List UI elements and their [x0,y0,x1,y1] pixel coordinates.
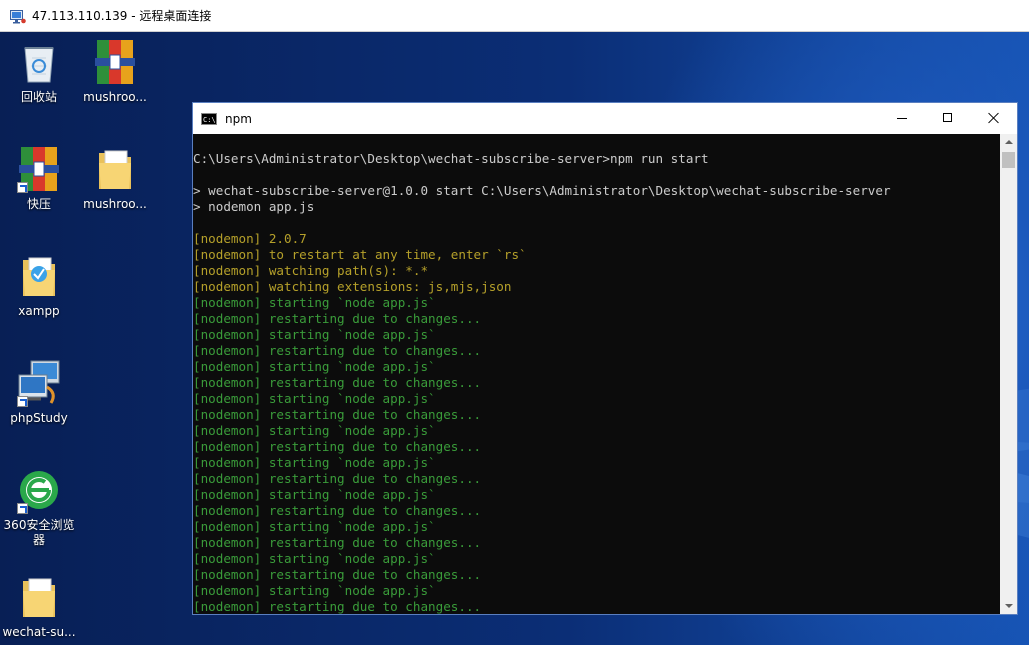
terminal-line: [nodemon] to restart at any time, enter … [193,247,527,262]
terminal-line: [nodemon] starting `node app.js` [193,391,436,406]
desktop-icon-label: 快压 [26,197,51,211]
desktop-icon-360-browser[interactable]: 360安全浏览器 [0,466,78,548]
360-browser-icon [17,466,61,514]
desktop-icon-label: mushroo... [83,197,147,211]
terminal-line: [nodemon] watching extensions: js,mjs,js… [193,279,512,294]
maximize-button[interactable] [925,103,971,134]
scroll-up-arrow-icon[interactable] [1000,134,1017,151]
close-icon [988,112,1000,124]
terminal-line: [nodemon] starting `node app.js` [193,487,436,502]
terminal-line: [nodemon] restarting due to changes... [193,439,482,454]
desktop-icon-mushroom-folder[interactable]: mushroo... [76,145,154,212]
desktop-icon-recycle-bin[interactable]: 回收站 [0,38,78,105]
console-window[interactable]: C:\ npm C:\Users\Administrator\Desktop\w… [192,102,1018,615]
terminal-line: [nodemon] watching path(s): *.* [193,263,429,278]
window-controls [879,103,1017,134]
terminal-line: [nodemon] restarting due to changes... [193,567,482,582]
desktop-icon-mushroom-archive[interactable]: mushroo... [76,38,154,105]
kuaiya-app-icon [17,145,61,193]
console-window-title: npm [225,111,252,126]
xampp-folder-icon [17,252,61,300]
rdp-window-title: 47.113.110.139 - 远程桌面连接 [32,9,212,23]
terminal-line: [nodemon] restarting due to changes... [193,503,482,518]
terminal-line: [nodemon] restarting due to changes... [193,535,482,550]
scroll-down-arrow-icon[interactable] [1000,597,1017,614]
terminal-line: C:\Users\Administrator\Desktop\wechat-su… [193,151,709,166]
desktop-icon-label: wechat-su... [2,625,76,639]
console-titlebar[interactable]: C:\ npm [193,103,1017,134]
minimize-button[interactable] [879,103,925,134]
close-button[interactable] [971,103,1017,134]
terminal-line: [nodemon] restarting due to changes... [193,599,482,614]
terminal-line: [nodemon] starting `node app.js` [193,327,436,342]
shortcut-arrow-icon [17,503,28,514]
terminal-line: [nodemon] starting `node app.js` [193,423,436,438]
desktop-icon-kuaiya[interactable]: 快压 [0,145,78,212]
terminal-line: [nodemon] restarting due to changes... [193,311,482,326]
minimize-icon [897,118,907,119]
terminal-line: [nodemon] 2.0.7 [193,231,307,246]
desktop-icon-wechat-folder[interactable]: wechat-su... [0,573,78,640]
desktop-icon-xampp[interactable]: xampp [0,252,78,319]
scroll-thumb[interactable] [1002,152,1015,168]
terminal-line: [nodemon] restarting due to changes... [193,407,482,422]
shortcut-arrow-icon [17,182,28,193]
terminal-line: [nodemon] starting `node app.js` [193,295,436,310]
terminal-line: [nodemon] starting `node app.js` [193,455,436,470]
vertical-scrollbar[interactable] [1000,134,1017,614]
terminal-line: [nodemon] starting `node app.js` [193,583,436,598]
desktop-icon-label: phpStudy [10,411,68,425]
rdp-titlebar: 47.113.110.139 - 远程桌面连接 [0,0,1029,32]
terminal-output[interactable]: C:\Users\Administrator\Desktop\wechat-su… [193,134,1001,614]
rar-archive-icon [93,38,137,86]
remote-desktop-icon [10,9,26,23]
desktop-icon-label: 回收站 [20,90,57,104]
desktop-icon-phpstudy[interactable]: phpStudy [0,359,78,426]
desktop-icon-label: mushroo... [83,90,147,104]
terminal-line: [nodemon] restarting due to changes... [193,375,482,390]
desktop-icon-label: 360安全浏览器 [3,518,75,547]
terminal-line: [nodemon] restarting due to changes... [193,471,482,486]
shortcut-arrow-icon [17,396,28,407]
terminal-line: > wechat-subscribe-server@1.0.0 start C:… [193,183,891,198]
maximize-icon [943,113,952,122]
recycle-bin-icon [17,38,61,86]
terminal-line: [nodemon] starting `node app.js` [193,359,436,374]
cmd-icon: C:\ [201,112,217,125]
folder-icon [93,145,137,193]
folder-icon [17,573,61,621]
terminal-line: [nodemon] starting `node app.js` [193,519,436,534]
terminal-line: [nodemon] restarting due to changes... [193,343,482,358]
phpstudy-icon [17,359,61,407]
desktop-icon-label: xampp [18,304,60,318]
terminal-line: [nodemon] starting `node app.js` [193,551,436,566]
terminal-line: > nodemon app.js [193,199,315,214]
